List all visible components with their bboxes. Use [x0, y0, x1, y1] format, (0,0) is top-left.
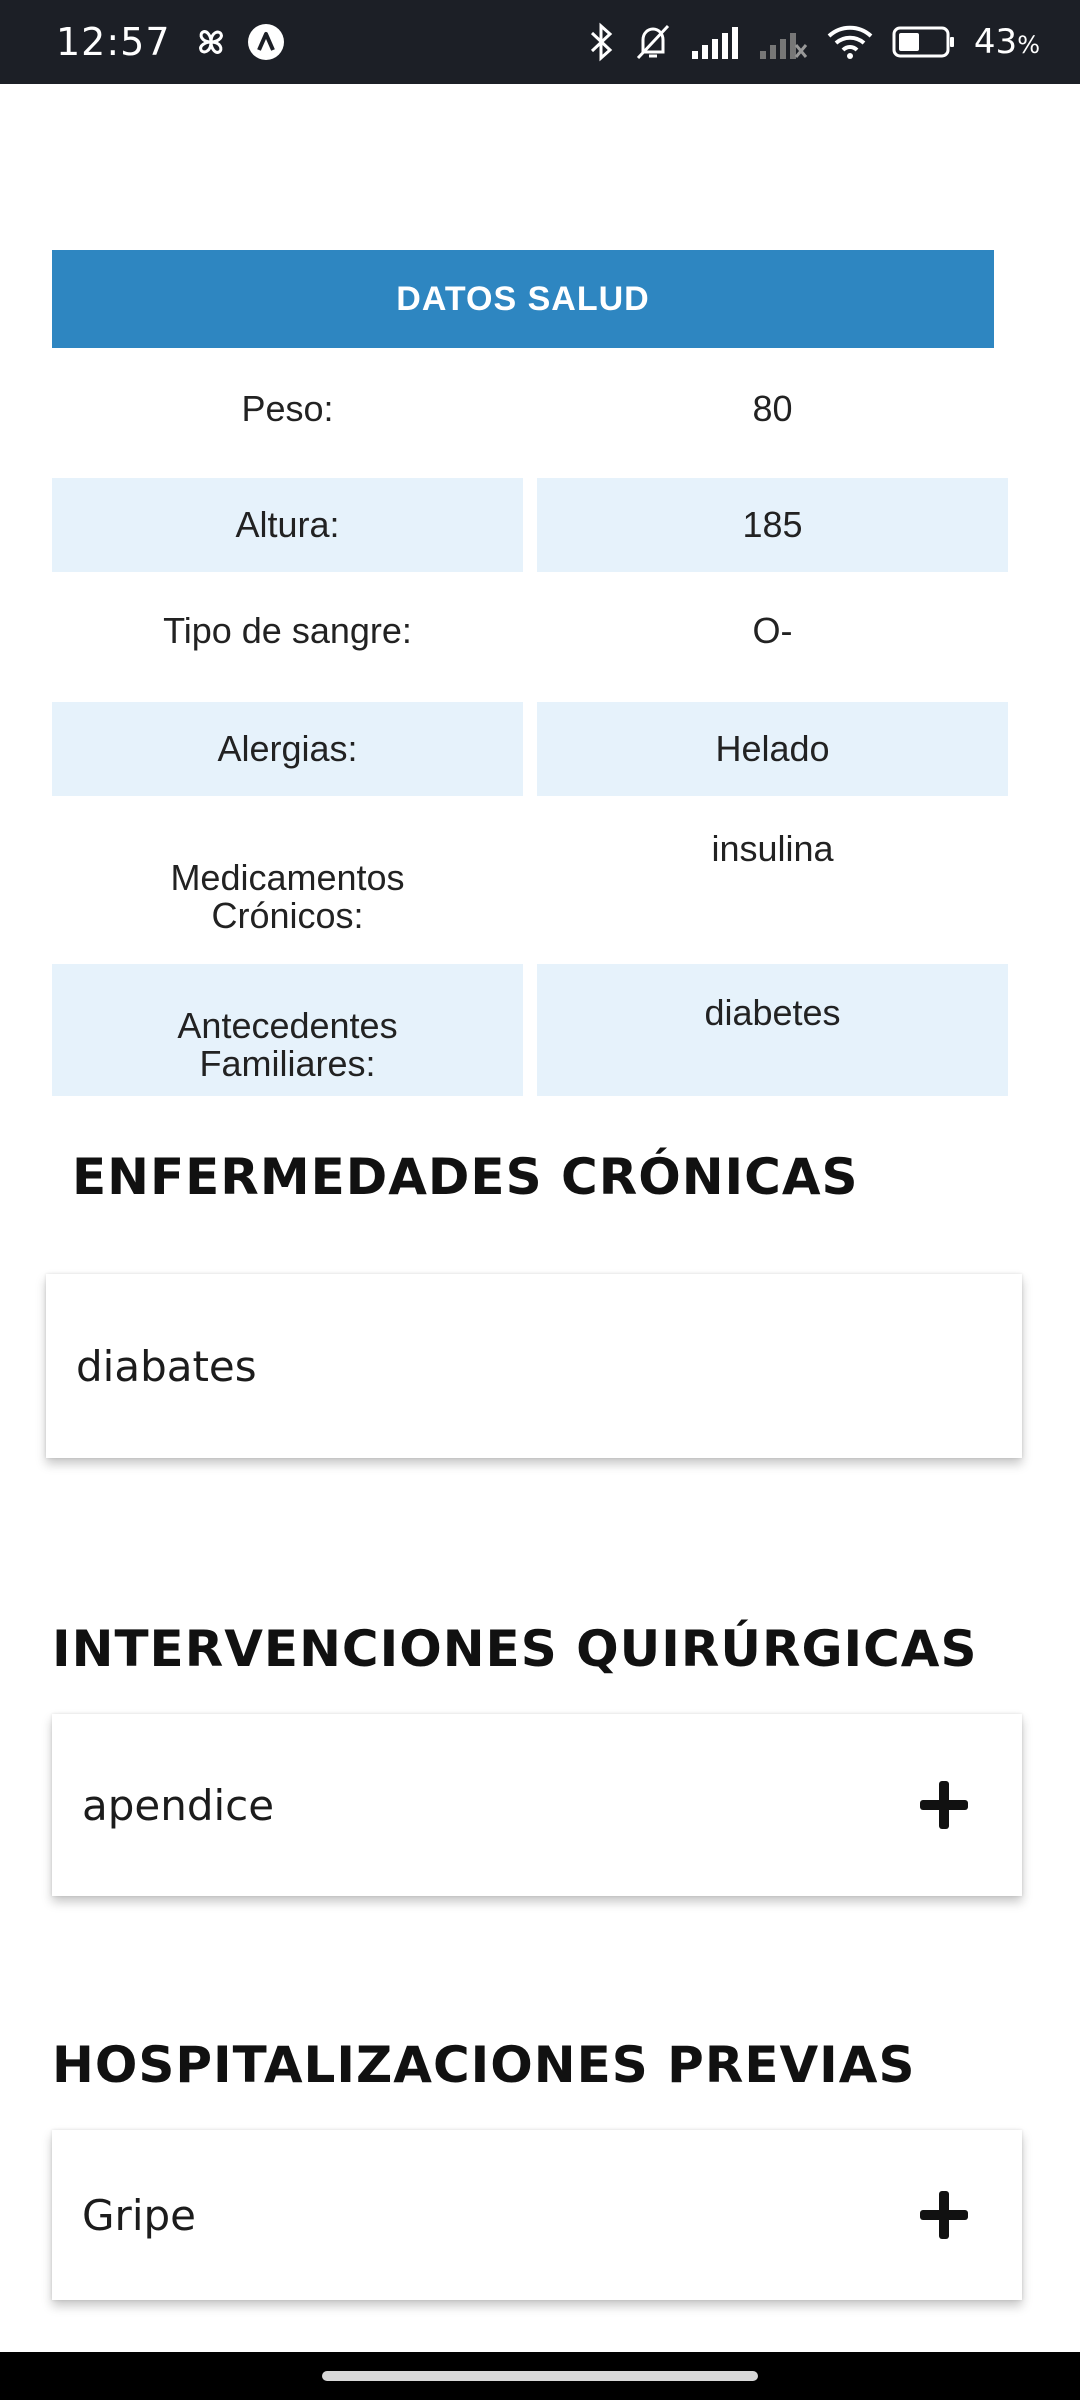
surgeries-title: INTERVENCIONES QUIRÚRGICAS — [52, 1620, 978, 1678]
health-value: O- — [752, 610, 793, 651]
health-label: Tipo de sangre: — [163, 610, 412, 651]
chronic-diseases-title: ENFERMEDADES CRÓNICAS — [72, 1148, 859, 1206]
health-row-medications: Medicamentos Crónicos: insulina — [52, 796, 1008, 964]
surgery-card[interactable]: apendice — [52, 1714, 1022, 1896]
signal-icon — [691, 27, 738, 59]
health-label: Altura: — [52, 478, 523, 572]
health-value: Helado — [537, 702, 1008, 796]
health-table: Peso: 80 Altura: 185 Tipo de sangre: O- … — [52, 360, 1008, 1096]
wifi-icon — [827, 25, 873, 59]
health-row-allergies: Alergias: Helado — [52, 702, 1008, 796]
home-gesture-handle[interactable] — [322, 2371, 758, 2381]
bluetooth-icon — [590, 22, 613, 62]
health-row-height: Altura: 185 — [52, 478, 1008, 572]
health-label: Medicamentos Crónicos: — [52, 796, 523, 964]
health-label: Peso: — [241, 388, 334, 429]
status-left-icons — [193, 23, 285, 61]
battery-percent: 43% — [973, 22, 1040, 62]
health-value: 80 — [752, 388, 793, 429]
hospitalizations-title: HOSPITALIZACIONES PREVIAS — [52, 2036, 916, 2094]
chronic-disease-text: diabates — [76, 1341, 257, 1391]
health-header: DATOS SALUD — [52, 250, 994, 348]
hospitalization-card[interactable]: Gripe — [52, 2130, 1022, 2300]
health-label: Antecedentes Familiares: — [52, 964, 523, 1096]
health-value: diabetes — [537, 964, 1008, 1096]
health-label-line: Crónicos: — [211, 895, 364, 936]
health-label-line: Antecedentes — [177, 1005, 398, 1046]
plus-icon[interactable] — [920, 2191, 968, 2239]
health-value: 185 — [537, 478, 1008, 572]
surgery-text: apendice — [82, 1780, 275, 1830]
health-label-line: Familiares: — [199, 1043, 376, 1084]
health-row-weight: Peso: 80 — [52, 360, 1008, 478]
chronic-disease-card[interactable]: diabates — [46, 1274, 1022, 1458]
a-circle-icon — [247, 24, 284, 60]
health-label: Alergias: — [52, 702, 523, 796]
navigation-bar — [0, 2352, 1080, 2400]
fan-icon — [198, 30, 223, 54]
health-label-line: Medicamentos — [170, 857, 405, 898]
status-right-icons: 43% — [588, 22, 1040, 62]
health-row-blood-type: Tipo de sangre: O- — [52, 572, 1008, 702]
plus-icon[interactable] — [920, 1781, 968, 1829]
signal-off-icon — [759, 33, 808, 59]
status-time: 12:57 — [56, 20, 171, 64]
health-row-family-history: Antecedentes Familiares: diabetes — [52, 964, 1008, 1096]
hospitalization-text: Gripe — [82, 2190, 196, 2240]
battery-icon — [892, 26, 954, 58]
bell-off-icon — [636, 24, 670, 60]
status-bar: 12:57 43% — [0, 0, 1080, 84]
health-value: insulina — [711, 828, 834, 869]
